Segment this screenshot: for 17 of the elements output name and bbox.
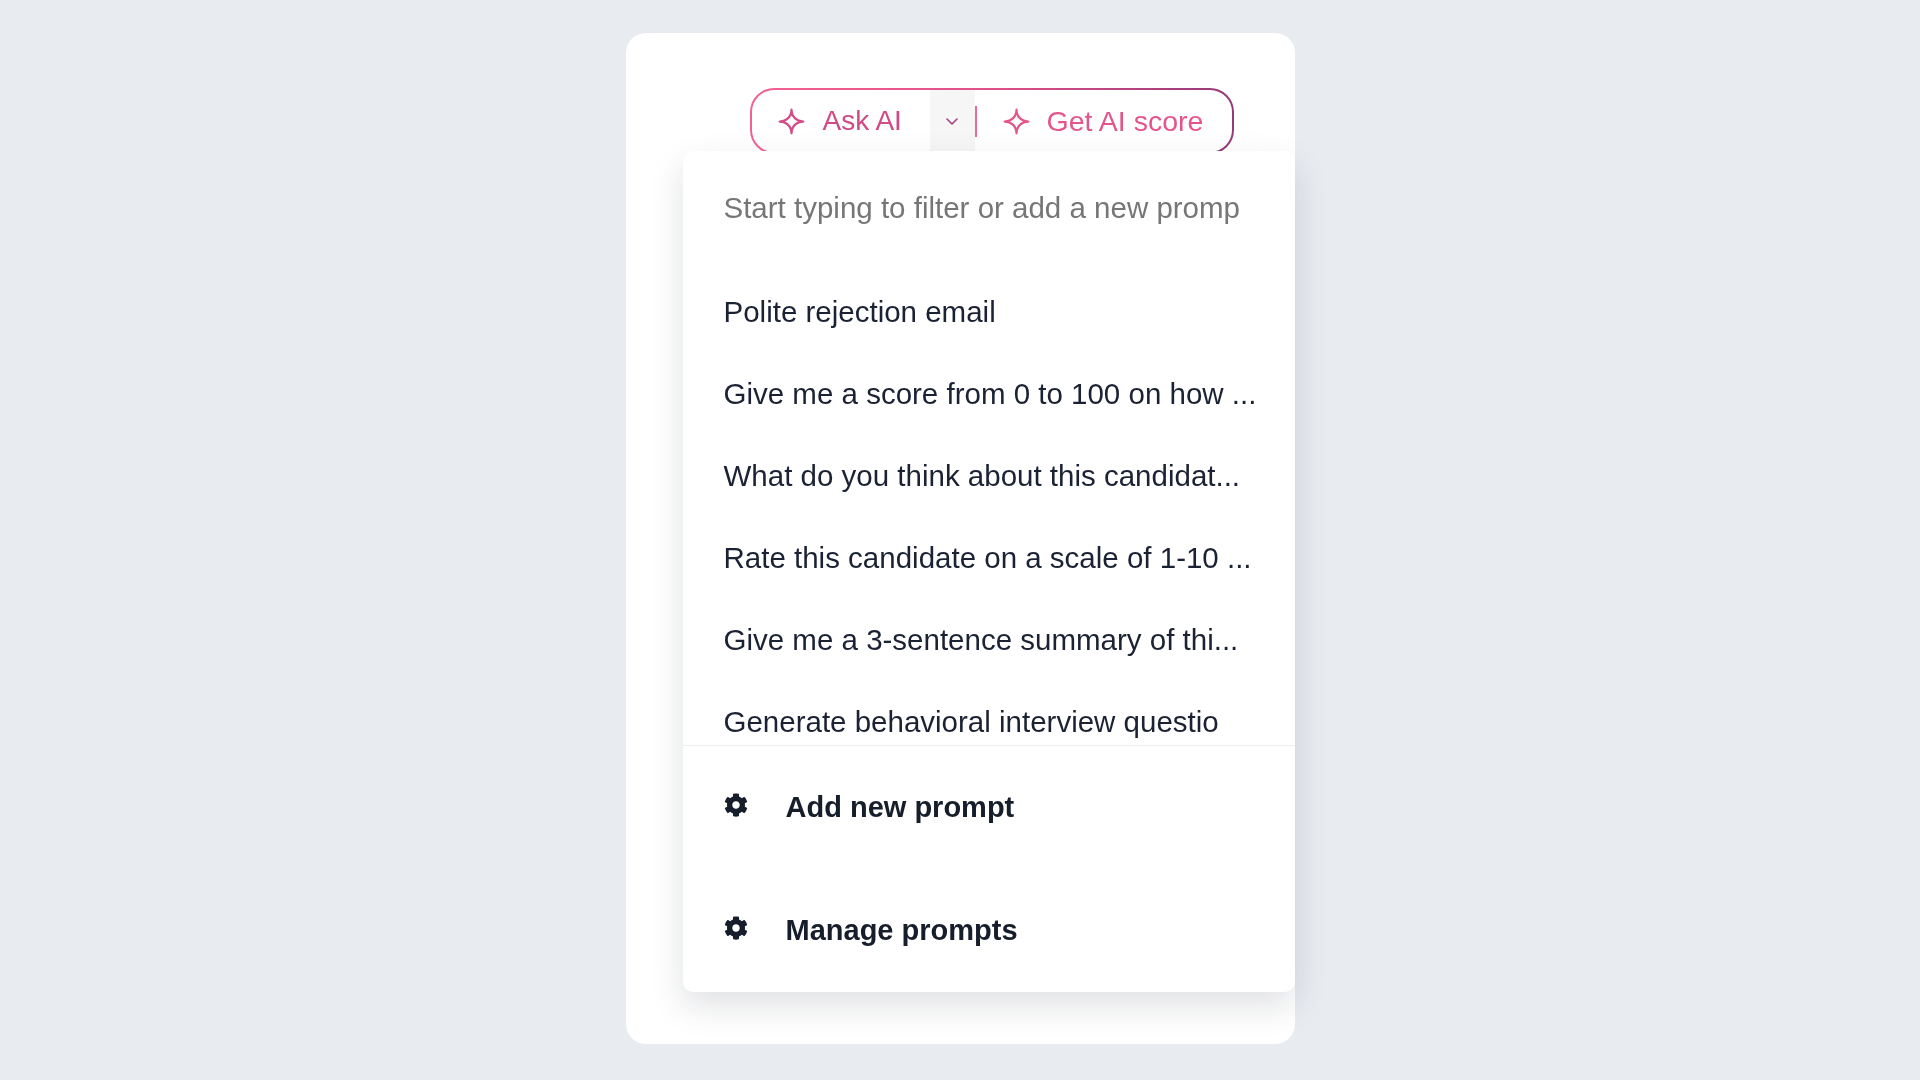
prompt-item[interactable]: Generate behavioral interview questio bbox=[723, 705, 1269, 739]
gear-icon bbox=[723, 793, 748, 817]
chevron-down-icon bbox=[946, 117, 958, 125]
menu-action[interactable]: Add new prompt bbox=[785, 785, 1015, 830]
sparkle-icon bbox=[1002, 107, 1030, 135]
prompt-item[interactable]: Give me a 3-sentence summary of thi... bbox=[723, 623, 1269, 657]
prompt-item[interactable]: Give me a score from 0 to 100 on how ... bbox=[723, 377, 1269, 411]
menu-toggle-button[interactable] bbox=[929, 90, 975, 152]
ask-ai-button[interactable]: Ask AI bbox=[751, 90, 930, 152]
gear-icon bbox=[723, 916, 748, 940]
prompt-item[interactable]: Polite rejection email bbox=[723, 295, 1269, 329]
prompt-item[interactable]: Rate this candidate on a scale of 1-10 ... bbox=[723, 541, 1269, 575]
sparkle-icon bbox=[777, 107, 805, 135]
get-ai-score-button[interactable]: Get AI score bbox=[976, 90, 1232, 152]
prompt-item[interactable]: What do you think about this candidat... bbox=[723, 459, 1269, 493]
menu-action[interactable]: Manage prompts bbox=[785, 908, 1018, 953]
filter-input[interactable]: Start typing to filter or add a new promp bbox=[723, 181, 1269, 235]
